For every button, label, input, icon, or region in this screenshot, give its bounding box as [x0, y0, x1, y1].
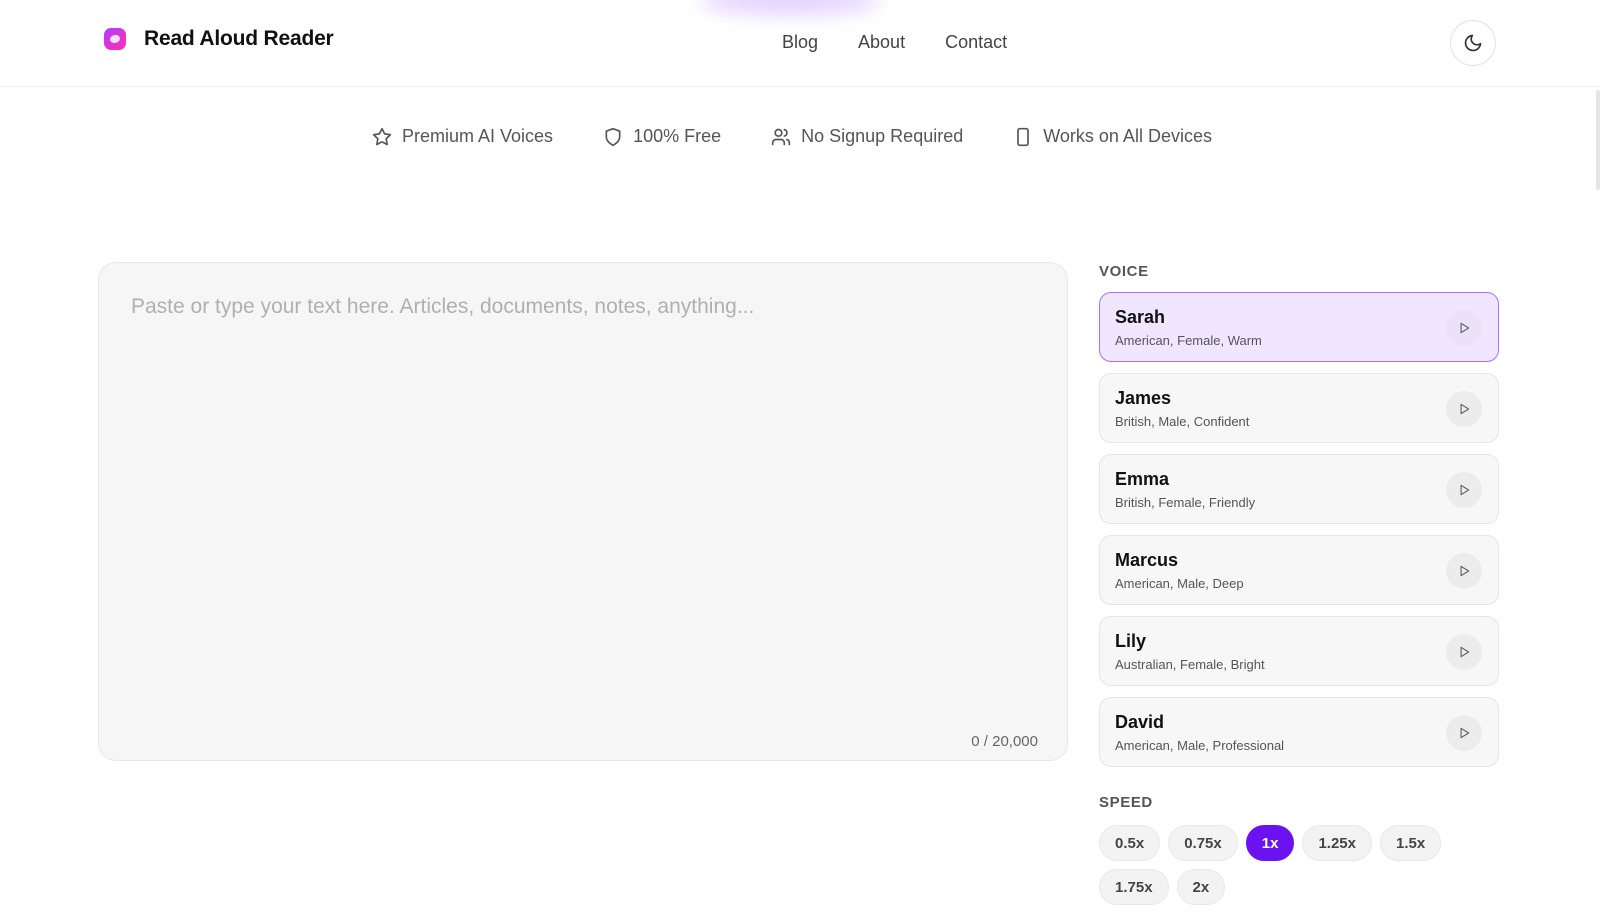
feature-no-signup: No Signup Required: [771, 126, 963, 147]
top-header: Read Aloud Reader Blog About Contact: [0, 0, 1600, 87]
voice-description: American, Male, Professional: [1115, 738, 1285, 753]
voice-preview-button[interactable]: [1446, 472, 1482, 508]
moon-icon: [1464, 34, 1482, 52]
voice-option-emma[interactable]: Emma British, Female, Friendly: [1099, 454, 1499, 524]
voice-option-david[interactable]: David American, Male, Professional: [1099, 697, 1499, 767]
nav-link-blog[interactable]: Blog: [782, 32, 818, 53]
voice-preview-button[interactable]: [1446, 310, 1482, 346]
feature-all-devices: Works on All Devices: [1013, 126, 1212, 147]
feature-bar: Premium AI Voices 100% Free No Signup Re…: [372, 126, 1212, 147]
feature-free: 100% Free: [603, 126, 721, 147]
speed-option-1x[interactable]: 1x: [1245, 825, 1295, 861]
users-icon: [771, 128, 791, 145]
play-icon: [1460, 484, 1470, 496]
character-counter: 0 / 20,000: [971, 733, 1038, 750]
nav-link-contact[interactable]: Contact: [945, 32, 1007, 53]
speed-section-label: SPEED: [1099, 794, 1153, 811]
feature-label: Premium AI Voices: [402, 126, 554, 146]
play-icon: [1460, 322, 1470, 334]
speed-option-0-5x[interactable]: 0.5x: [1099, 825, 1161, 861]
voice-preview-button[interactable]: [1446, 634, 1482, 670]
main-nav: Blog About Contact: [782, 32, 1047, 53]
smartphone-icon: [1017, 127, 1030, 146]
voice-name: James: [1115, 388, 1172, 408]
scrollbar[interactable]: [1596, 90, 1600, 190]
voice-description: American, Female, Warm: [1115, 333, 1262, 348]
theme-toggle-button[interactable]: [1450, 20, 1496, 66]
voice-name: Sarah: [1115, 307, 1166, 327]
nav-link-about[interactable]: About: [858, 32, 905, 53]
shield-icon: [605, 127, 621, 146]
logo-icon: [104, 28, 126, 50]
voice-name: Marcus: [1115, 550, 1179, 570]
voice-option-lily[interactable]: Lily Australian, Female, Bright: [1099, 616, 1499, 686]
voice-option-sarah[interactable]: Sarah American, Female, Warm: [1099, 292, 1499, 362]
voice-list: Sarah American, Female, Warm James Briti…: [1099, 292, 1499, 778]
voice-description: American, Male, Deep: [1115, 576, 1244, 591]
play-icon: [1460, 727, 1470, 739]
voice-preview-button[interactable]: [1446, 715, 1482, 751]
feature-premium-voices: Premium AI Voices: [372, 126, 553, 147]
text-editor: 0 / 20,000: [98, 262, 1068, 761]
play-icon: [1460, 565, 1470, 577]
voice-description: British, Female, Friendly: [1115, 495, 1256, 510]
speed-option-0-75x[interactable]: 0.75x: [1168, 825, 1238, 861]
brand-name: Read Aloud Reader: [144, 27, 334, 50]
voice-name: David: [1115, 712, 1165, 732]
voice-option-james[interactable]: James British, Male, Confident: [1099, 373, 1499, 443]
voice-name: Lily: [1115, 631, 1147, 651]
voice-description: British, Male, Confident: [1115, 414, 1250, 429]
voice-name: Emma: [1115, 469, 1170, 489]
play-icon: [1460, 403, 1470, 415]
text-input[interactable]: [129, 293, 1033, 697]
voice-preview-button[interactable]: [1446, 391, 1482, 427]
speed-option-1-25x[interactable]: 1.25x: [1302, 825, 1372, 861]
voice-description: Australian, Female, Bright: [1115, 657, 1265, 672]
header-glow: [700, 0, 880, 14]
brand[interactable]: Read Aloud Reader: [104, 27, 334, 51]
voice-section-label: VOICE: [1099, 263, 1149, 280]
feature-label: 100% Free: [633, 126, 722, 146]
play-icon: [1460, 646, 1470, 658]
star-icon: [372, 127, 392, 145]
voice-preview-button[interactable]: [1446, 553, 1482, 589]
voice-option-marcus[interactable]: Marcus American, Male, Deep: [1099, 535, 1499, 605]
speed-option-1-5x[interactable]: 1.5x: [1379, 825, 1442, 861]
feature-label: Works on All Devices: [1043, 126, 1212, 146]
feature-label: No Signup Required: [801, 126, 964, 146]
